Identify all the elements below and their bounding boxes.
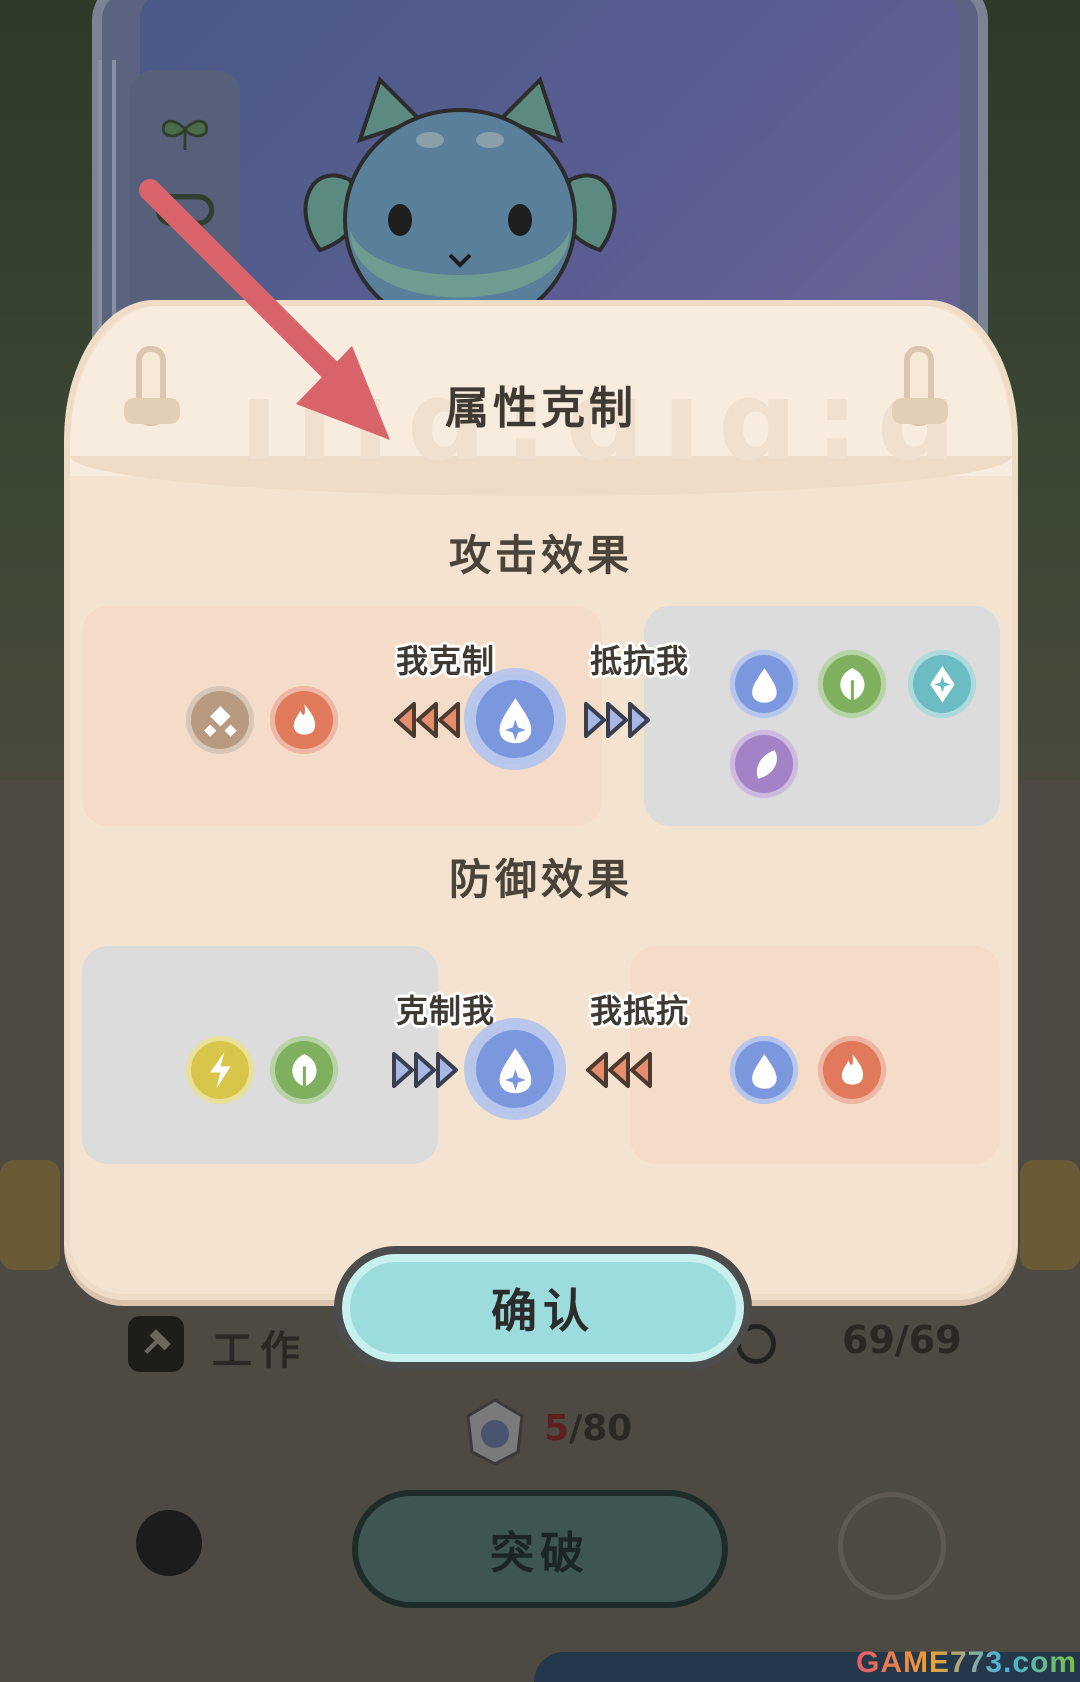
fire-icon — [270, 686, 338, 754]
water-icon — [730, 1036, 798, 1104]
next-creature-button[interactable] — [1020, 1160, 1080, 1270]
grass-icon — [270, 1036, 338, 1104]
level-current: 5 — [544, 1408, 570, 1449]
attack-section-title: 攻击效果 — [448, 531, 633, 580]
chevrons-right-icon — [584, 702, 650, 738]
grass-icon — [818, 650, 886, 718]
crest-icon — [466, 1398, 524, 1466]
leaf-icon — [161, 119, 209, 150]
confirm-button[interactable]: 确认 — [334, 1246, 752, 1370]
water-icon — [471, 1025, 559, 1113]
defense-weak-zone — [82, 946, 438, 1164]
type-effectiveness-dialog: ıııɑ:ɑıɑ:ɑ 属性克制 攻击效果 我克制 抵抗我 防御效果 克制我 我抵… — [64, 300, 1018, 1300]
fire-icon — [818, 1036, 886, 1104]
defense-resist-zone — [630, 946, 1000, 1164]
breakthrough-button[interactable]: 突破 — [352, 1490, 728, 1608]
level-max: /80 — [569, 1408, 633, 1449]
dialog-title: 属性克制 — [445, 383, 637, 434]
defense-section-title: 防御效果 — [448, 855, 633, 904]
strong-against-label: 我克制 — [396, 642, 496, 680]
watermark-text: GAME773.com — [856, 1646, 1078, 1679]
earth-icon — [186, 686, 254, 754]
electric-icon — [186, 1036, 254, 1104]
chevrons-left-icon — [586, 1052, 652, 1088]
water-icon — [730, 650, 798, 718]
level-counter: 5/80 — [544, 1408, 632, 1449]
hp-value: 69/69 — [842, 1318, 962, 1362]
chain-icon — [155, 194, 215, 226]
resisted-by-label: 抵抗我 — [590, 642, 690, 680]
fairy-icon — [730, 730, 798, 798]
chevrons-left-icon — [394, 702, 460, 738]
chevrons-right-icon — [392, 1052, 458, 1088]
i-resist-label: 我抵抗 — [590, 992, 690, 1030]
refresh-button[interactable] — [136, 1510, 202, 1576]
watermark: GAME773.com — [856, 1646, 1077, 1680]
ice-icon — [908, 650, 976, 718]
countered-by-label: 克制我 — [396, 992, 496, 1030]
previous-creature-button[interactable] — [0, 1160, 60, 1270]
evolve-button[interactable] — [838, 1492, 946, 1600]
water-icon — [471, 675, 559, 763]
hammer-icon — [128, 1316, 184, 1372]
work-label: 工作 — [212, 1328, 308, 1374]
